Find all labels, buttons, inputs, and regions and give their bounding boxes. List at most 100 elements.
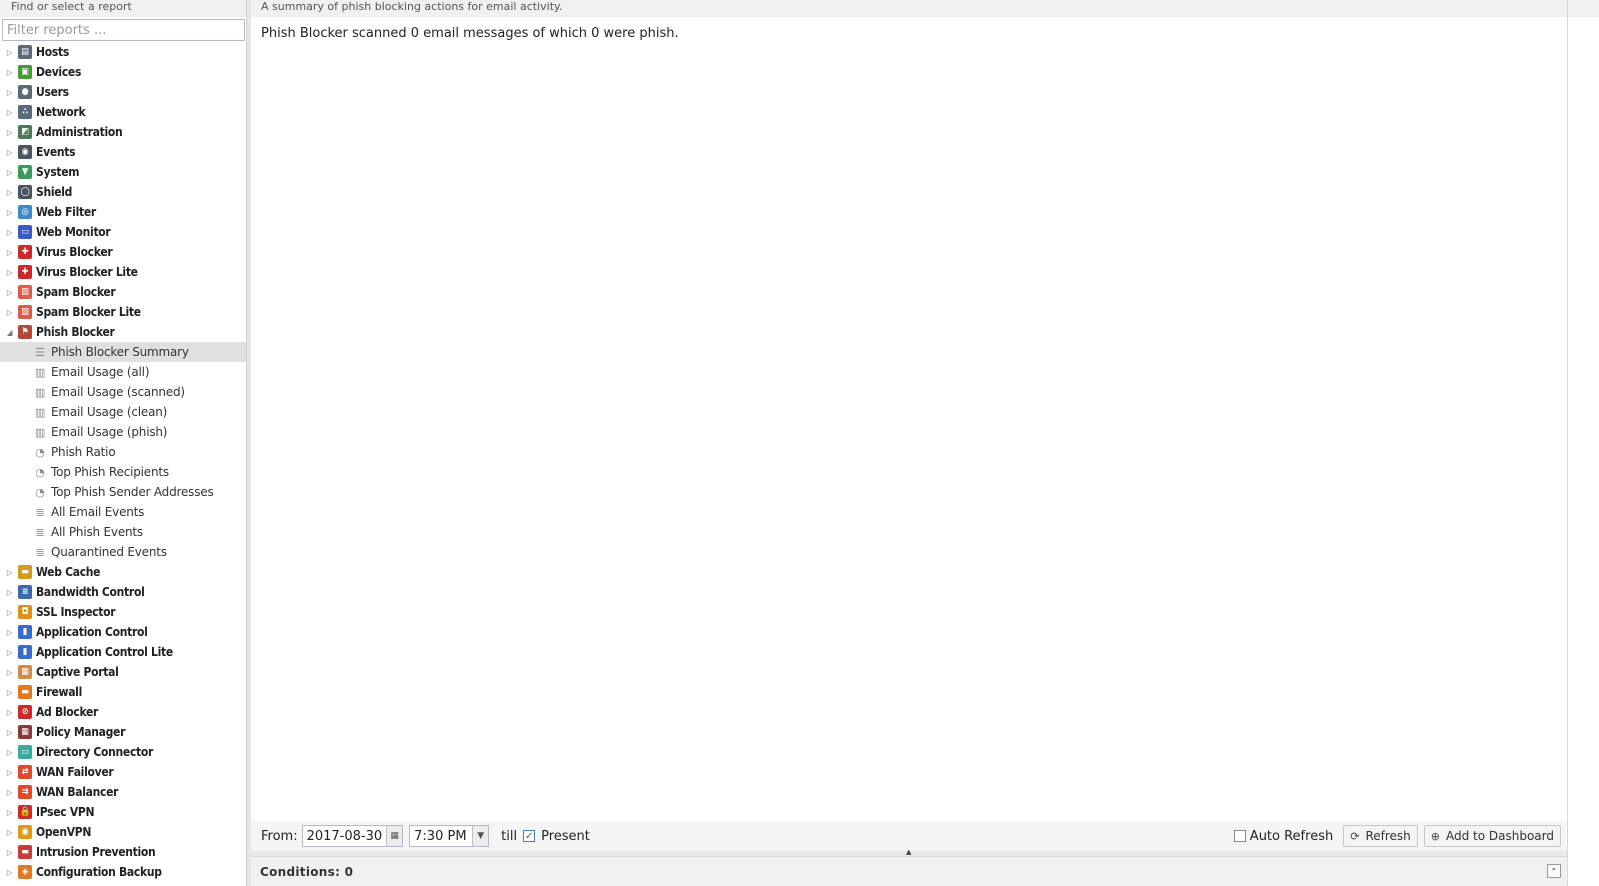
tree-category-20[interactable]: ▷ ▦ Captive Portal xyxy=(0,662,246,682)
tree-category-15[interactable]: ▷ ▬ Web Cache xyxy=(0,562,246,582)
expand-arrow-icon[interactable]: ▷ xyxy=(5,608,14,617)
tree-category-label: Web Monitor xyxy=(36,225,111,239)
expand-arrow-icon[interactable]: ▷ xyxy=(5,568,14,577)
tree-report-item[interactable]: ▥ Email Usage (scanned) xyxy=(0,382,246,402)
web-cache-icon: ▬ xyxy=(18,565,32,579)
tree-report-item[interactable]: ☰ Phish Blocker Summary xyxy=(0,342,246,362)
calendar-icon[interactable]: ▦ xyxy=(386,826,403,846)
chevron-down-icon[interactable]: ▼ xyxy=(472,826,489,846)
administration-icon: ◩ xyxy=(18,125,32,139)
expand-arrow-icon[interactable]: ▷ xyxy=(5,268,14,277)
tree-category-25[interactable]: ▷ ⇄ WAN Failover xyxy=(0,762,246,782)
expand-arrow-icon[interactable]: ▷ xyxy=(5,228,14,237)
expand-arrow-icon[interactable]: ▷ xyxy=(5,748,14,757)
expand-arrow-icon[interactable]: ▷ xyxy=(5,188,14,197)
tree-category-label: Web Filter xyxy=(36,205,96,219)
present-checkbox[interactable]: ✓ xyxy=(523,830,536,842)
tree-category-21[interactable]: ▷ ▬ Firewall xyxy=(0,682,246,702)
collapse-arrow-icon[interactable]: ◢ xyxy=(5,328,14,337)
tree-report-item[interactable]: ≣ All Phish Events xyxy=(0,522,246,542)
expand-arrow-icon[interactable]: ▷ xyxy=(5,668,14,677)
tree-report-item[interactable]: ◔ Phish Ratio xyxy=(0,442,246,462)
ssl-inspector-icon: ◘ xyxy=(18,605,32,619)
conditions-bar[interactable]: Conditions: 0 ⌃ xyxy=(251,856,1567,886)
tree-category-8[interactable]: ▷ ◎ Web Filter xyxy=(0,202,246,222)
tree-category-19[interactable]: ▷ ▮ Application Control Lite xyxy=(0,642,246,662)
tree-category-30[interactable]: ▷ ◈ Configuration Backup xyxy=(0,862,246,882)
tree-report-item[interactable]: ≣ All Email Events xyxy=(0,502,246,522)
tree-report-item[interactable]: ≣ Quarantined Events xyxy=(0,542,246,562)
tree-category-5[interactable]: ▷ ◉ Events xyxy=(0,142,246,162)
auto-refresh-checkbox[interactable] xyxy=(1233,830,1246,842)
expand-arrow-icon[interactable]: ▷ xyxy=(5,248,14,257)
tree-category-23[interactable]: ▷ ▦ Policy Manager xyxy=(0,722,246,742)
refresh-button[interactable]: ⟳ Refresh xyxy=(1343,825,1418,847)
tree-report-item[interactable]: ◔ Top Phish Recipients xyxy=(0,462,246,482)
expand-arrow-icon[interactable]: ▷ xyxy=(5,208,14,217)
tree-category-6[interactable]: ▷ ▼ System xyxy=(0,162,246,182)
expand-arrow-icon[interactable]: ▷ xyxy=(5,848,14,857)
wan-balancer-icon: ⇉ xyxy=(18,785,32,799)
tree-category-26[interactable]: ▷ ⇉ WAN Balancer xyxy=(0,782,246,802)
tree-category-9[interactable]: ▷ ▭ Web Monitor xyxy=(0,222,246,242)
tree-report-label: Phish Blocker Summary xyxy=(51,345,189,359)
tree-category-16[interactable]: ▷ ≡ Bandwidth Control xyxy=(0,582,246,602)
application-control-lite-icon: ▮ xyxy=(18,645,32,659)
expand-arrow-icon[interactable]: ▷ xyxy=(5,148,14,157)
tree-category-13[interactable]: ▷ ▨ Spam Blocker Lite xyxy=(0,302,246,322)
expand-arrow-icon[interactable]: ▷ xyxy=(5,648,14,657)
expand-toggle-icon[interactable]: ⌃ xyxy=(1547,864,1561,878)
tree-category-label: Application Control Lite xyxy=(36,645,173,659)
expand-arrow-icon[interactable]: ▷ xyxy=(5,128,14,137)
expand-arrow-icon[interactable]: ▷ xyxy=(5,688,14,697)
expand-arrow-icon[interactable]: ▷ xyxy=(5,768,14,777)
tree-category-4[interactable]: ▷ ◩ Administration xyxy=(0,122,246,142)
tree-category-12[interactable]: ▷ ▨ Spam Blocker xyxy=(0,282,246,302)
tree-category-2[interactable]: ▷ ● Users xyxy=(0,82,246,102)
expand-arrow-icon[interactable]: ▷ xyxy=(5,728,14,737)
tree-category-29[interactable]: ▷ ▬ Intrusion Prevention xyxy=(0,842,246,862)
expand-arrow-icon[interactable]: ▷ xyxy=(5,88,14,97)
expand-arrow-icon[interactable]: ▷ xyxy=(5,308,14,317)
expand-arrow-icon[interactable]: ▷ xyxy=(5,828,14,837)
filter-reports-input[interactable] xyxy=(2,19,245,41)
tree-report-item[interactable]: ▥ Email Usage (phish) xyxy=(0,422,246,442)
tree-category-10[interactable]: ▷ ✚ Virus Blocker xyxy=(0,242,246,262)
tree-category-18[interactable]: ▷ ▮ Application Control xyxy=(0,622,246,642)
network-icon: ∴ xyxy=(18,105,32,119)
users-icon: ● xyxy=(18,85,32,99)
expand-arrow-icon[interactable]: ▷ xyxy=(5,108,14,117)
ad-blocker-icon: ⊘ xyxy=(18,705,32,719)
from-date-field[interactable]: 2017-08-30 ▦ xyxy=(301,825,404,847)
expand-arrow-icon[interactable]: ▷ xyxy=(5,68,14,77)
tree-report-item[interactable]: ▥ Email Usage (all) xyxy=(0,362,246,382)
tree-report-item[interactable]: ◔ Top Phish Sender Addresses xyxy=(0,482,246,502)
tree-report-item[interactable]: ▥ Email Usage (clean) xyxy=(0,402,246,422)
tree-category-22[interactable]: ▷ ⊘ Ad Blocker xyxy=(0,702,246,722)
tree-category-17[interactable]: ▷ ◘ SSL Inspector xyxy=(0,602,246,622)
chevron-up-icon: ▲ xyxy=(906,848,912,856)
expand-arrow-icon[interactable]: ▷ xyxy=(5,628,14,637)
expand-arrow-icon[interactable]: ▷ xyxy=(5,708,14,717)
tree-category-27[interactable]: ▷ 🔒 IPsec VPN xyxy=(0,802,246,822)
expand-arrow-icon[interactable]: ▷ xyxy=(5,48,14,57)
tree-category-14[interactable]: ◢ ⚑ Phish Blocker xyxy=(0,322,246,342)
expand-arrow-icon[interactable]: ▷ xyxy=(5,868,14,877)
expand-arrow-icon[interactable]: ▷ xyxy=(5,288,14,297)
expand-arrow-icon[interactable]: ▷ xyxy=(5,588,14,597)
tree-category-0[interactable]: ▷ ▤ Hosts xyxy=(0,42,246,62)
expand-arrow-icon[interactable]: ▷ xyxy=(5,788,14,797)
expand-arrow-icon[interactable]: ▷ xyxy=(5,808,14,817)
add-to-dashboard-button[interactable]: ⊕ Add to Dashboard xyxy=(1423,825,1561,847)
tree-category-11[interactable]: ▷ ✚ Virus Blocker Lite xyxy=(0,262,246,282)
tree-category-28[interactable]: ▷ ◉ OpenVPN xyxy=(0,822,246,842)
tree-category-1[interactable]: ▷ ▣ Devices xyxy=(0,62,246,82)
tree-category-3[interactable]: ▷ ∴ Network xyxy=(0,102,246,122)
tree-category-24[interactable]: ▷ ▭ Directory Connector xyxy=(0,742,246,762)
from-date-value: 2017-08-30 xyxy=(306,828,383,844)
list-icon: ≣ xyxy=(35,545,45,559)
tree-category-7[interactable]: ▷ ◯ Shield xyxy=(0,182,246,202)
right-border xyxy=(1567,0,1568,886)
from-time-field[interactable]: 7:30 PM ▼ xyxy=(409,825,490,847)
expand-arrow-icon[interactable]: ▷ xyxy=(5,168,14,177)
